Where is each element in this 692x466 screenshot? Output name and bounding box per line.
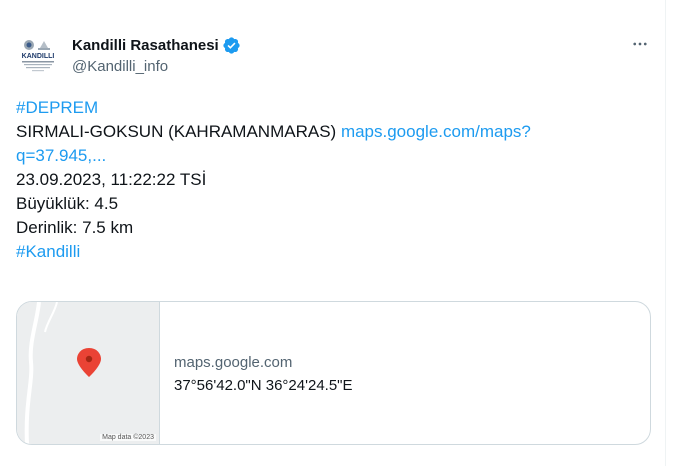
verified-badge-icon (222, 36, 241, 55)
location-text: SIRMALI-GOKSUN (KAHRAMANMARAS) (16, 122, 341, 141)
card-domain: maps.google.com (174, 354, 293, 371)
logo-text: KANDILLI (22, 53, 55, 60)
datetime-text: 23.09.2023, 11:22:22 TSİ (16, 170, 207, 189)
link-preview-card[interactable]: Map data ©2023 maps.google.com 37°56'42.… (16, 301, 651, 445)
maps-link-part2[interactable]: q=37.945,... (16, 146, 106, 165)
author-handle[interactable]: @Kandilli_info (72, 58, 168, 75)
card-title: 37°56'42.0"N 36°24'24.5"E (174, 377, 353, 394)
depth-text: Derinlik: 7.5 km (16, 218, 134, 237)
more-options-icon[interactable] (628, 32, 652, 56)
avatar[interactable]: KANDILLI (16, 34, 60, 78)
author-display-name[interactable]: Kandilli Rasathanesi (72, 37, 219, 54)
tweet-header: KANDILLI Kandilli Rasathanesi @Kandilli_… (16, 28, 656, 80)
kandilli-logo: KANDILLI (22, 40, 55, 72)
hashtag-kandilli[interactable]: #Kandilli (16, 242, 80, 261)
magnitude-text: Büyüklük: 4.5 (16, 194, 119, 213)
column-border (665, 0, 666, 466)
tweet-text: #DEPREM SIRMALI-GOKSUN (KAHRAMANMARAS) m… (16, 96, 636, 264)
map-thumbnail[interactable]: Map data ©2023 (17, 302, 160, 444)
hashtag-deprem[interactable]: #DEPREM (16, 98, 98, 117)
name-row: Kandilli Rasathanesi (72, 36, 241, 55)
maps-link-part1[interactable]: maps.google.com/maps? (341, 122, 531, 141)
map-credit: Map data ©2023 (100, 434, 156, 441)
